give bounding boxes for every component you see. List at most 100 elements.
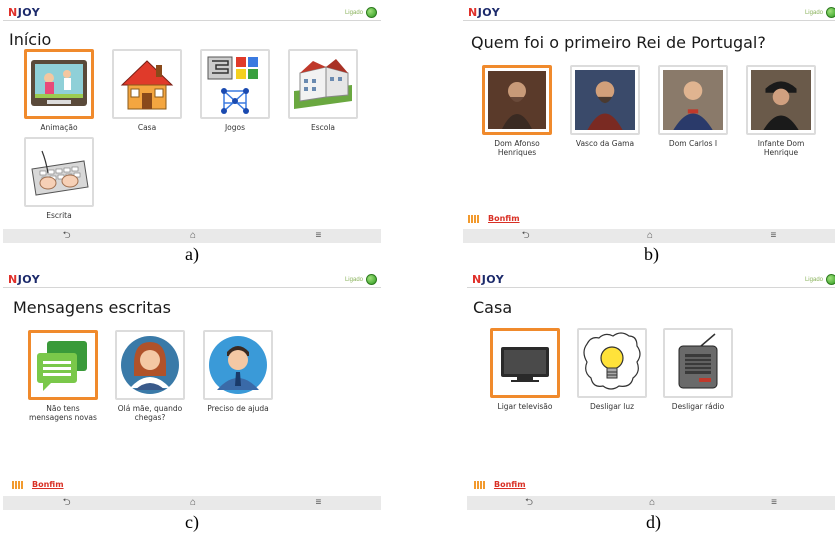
back-icon[interactable]: ⮌: [522, 231, 530, 241]
tile-nao-tens-mensagens[interactable]: Não tens mensagens novas: [28, 330, 98, 422]
njoy-logo: NJOY: [8, 273, 41, 286]
tile-label: Vasco da Gama: [575, 139, 635, 148]
top-bar: NJOY Ligado: [467, 270, 835, 288]
king-uniform-portrait-icon: [663, 70, 723, 130]
portrait-henrique: [746, 65, 816, 135]
man-picture: [203, 330, 273, 400]
board-games-icon: [207, 56, 258, 114]
home-icon[interactable]: ⌂: [647, 231, 653, 241]
radio-picture: [663, 328, 733, 398]
tile-preciso-de-ajuda[interactable]: Preciso de ajuda: [203, 330, 273, 413]
back-icon[interactable]: ⮌: [525, 498, 533, 508]
tile-label: Não tens mensagens novas: [29, 404, 97, 422]
footer: Bonfim: [12, 480, 64, 489]
partner-logo-icon: [12, 480, 24, 489]
caption-c: c): [185, 512, 199, 532]
tile-label: Desligar rádio: [671, 402, 725, 411]
page-title: Casa: [473, 298, 513, 317]
page-title: Início: [9, 30, 52, 49]
tile-label: Preciso de ajuda: [207, 404, 269, 413]
keyboard-typing-icon: [31, 150, 89, 196]
caption-d: d): [646, 512, 661, 532]
caption-a: a): [185, 244, 199, 264]
tile-label: Olá mãe, quando chegas?: [117, 404, 183, 422]
njoy-logo: NJOY: [8, 6, 41, 19]
tile-label: Dom Afonso Henriques: [494, 139, 540, 157]
house-icon: [120, 60, 174, 110]
status-label: Ligado: [344, 276, 363, 283]
menu-icon[interactable]: ≡: [315, 498, 321, 508]
portrait-afonso: [482, 65, 552, 135]
status-indicator: Ligado: [345, 274, 377, 285]
panel-b: NJOY Ligado Quem foi o primeiro Rei de P…: [463, 3, 835, 243]
tile-ligar-televisao[interactable]: Ligar televisão: [490, 328, 560, 411]
man-avatar-icon: [209, 336, 267, 394]
status-label: Ligado: [804, 276, 823, 283]
portrait-vasco: [570, 65, 640, 135]
animacao-picture: [24, 49, 94, 119]
top-bar: NJOY Ligado: [3, 270, 381, 288]
television-icon: [501, 347, 549, 382]
home-icon[interactable]: ⌂: [190, 231, 196, 241]
tile-dom-carlos-i[interactable]: Dom Carlos I: [658, 65, 728, 148]
android-nav-bar: ⮌ ⌂ ≡: [3, 496, 381, 510]
tile-escola[interactable]: Escola: [288, 49, 358, 132]
footer: Bonfim: [468, 214, 520, 223]
tile-label: Desligar luz: [589, 402, 635, 411]
tile-jogos[interactable]: Jogos: [200, 49, 270, 132]
explorer-portrait-icon: [575, 70, 635, 130]
status-dot-icon: [826, 274, 835, 285]
tile-label: Dom Carlos I: [668, 139, 718, 148]
woman-avatar-icon: [121, 336, 179, 394]
panel-a: NJOY Ligado Início Animação Casa Jogos E…: [3, 3, 381, 243]
tile-ola-mae[interactable]: Olá mãe, quando chegas?: [115, 330, 185, 422]
footer: Bonfim: [474, 480, 526, 489]
top-bar: NJOY Ligado: [3, 3, 381, 21]
menu-icon[interactable]: ≡: [771, 498, 777, 508]
status-indicator: Ligado: [345, 7, 377, 18]
prince-portrait-icon: [751, 70, 811, 130]
status-indicator: Ligado: [805, 7, 835, 18]
tile-desligar-luz[interactable]: Desligar luz: [577, 328, 647, 411]
mother-picture: [115, 330, 185, 400]
king-portrait-icon: [488, 71, 546, 129]
lightbulb-icon: [583, 332, 641, 390]
tile-desligar-radio[interactable]: Desligar rádio: [663, 328, 733, 411]
back-icon[interactable]: ⮌: [63, 498, 71, 508]
tile-animacao[interactable]: Animação: [24, 49, 94, 132]
panel-d: NJOY Ligado Casa Ligar televisão Desliga…: [467, 270, 835, 510]
school-building-icon: [294, 59, 352, 109]
status-indicator: Ligado: [805, 274, 835, 285]
tile-infante-dom-henrique[interactable]: Infante Dom Henrique: [746, 65, 816, 157]
top-bar: NJOY Ligado: [463, 3, 835, 21]
android-nav-bar: ⮌ ⌂ ≡: [3, 229, 381, 243]
home-icon[interactable]: ⌂: [190, 498, 196, 508]
tile-dom-afonso-henriques[interactable]: Dom Afonso Henriques: [482, 65, 552, 157]
status-dot-icon: [366, 7, 377, 18]
back-icon[interactable]: ⮌: [63, 231, 71, 241]
tile-label: Escrita: [46, 211, 72, 220]
menu-icon[interactable]: ≡: [315, 231, 321, 241]
partner-logo-icon: [468, 214, 480, 223]
tile-label: Escola: [310, 123, 336, 132]
lightbulb-picture: [577, 328, 647, 398]
status-label: Ligado: [804, 9, 823, 16]
njoy-logo: NJOY: [472, 273, 505, 286]
android-nav-bar: ⮌ ⌂ ≡: [467, 496, 835, 510]
page-title: Mensagens escritas: [13, 298, 171, 317]
tile-label: Jogos: [224, 123, 246, 132]
escrita-picture: [24, 137, 94, 207]
status-dot-icon: [366, 274, 377, 285]
bonfim-logo: Bonfim: [488, 214, 520, 223]
menu-icon[interactable]: ≡: [770, 231, 776, 241]
bonfim-logo: Bonfim: [32, 480, 64, 489]
jogos-picture: [200, 49, 270, 119]
tile-casa[interactable]: Casa: [112, 49, 182, 132]
portrait-carlos: [658, 65, 728, 135]
page-title: Quem foi o primeiro Rei de Portugal?: [471, 33, 766, 52]
tile-escrita[interactable]: Escrita: [24, 137, 94, 220]
tile-vasco-da-gama[interactable]: Vasco da Gama: [570, 65, 640, 148]
tile-label: Infante Dom Henrique: [757, 139, 805, 157]
tv-picture: [490, 328, 560, 398]
home-icon[interactable]: ⌂: [649, 498, 655, 508]
